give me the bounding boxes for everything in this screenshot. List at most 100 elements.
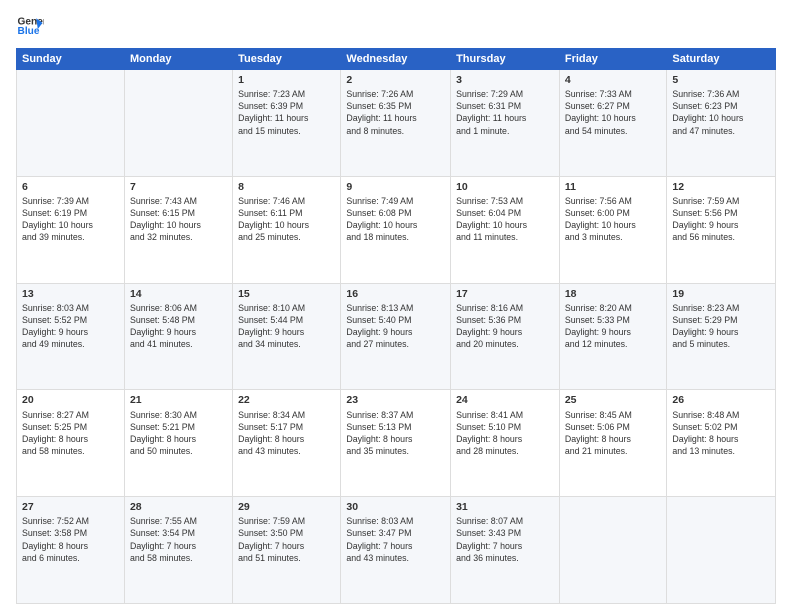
day-info: Sunrise: 8:34 AM Sunset: 5:17 PM Dayligh… bbox=[238, 409, 335, 458]
day-number: 6 bbox=[22, 180, 119, 194]
day-info: Sunrise: 8:30 AM Sunset: 5:21 PM Dayligh… bbox=[130, 409, 227, 458]
calendar-cell: 18Sunrise: 8:20 AM Sunset: 5:33 PM Dayli… bbox=[559, 283, 667, 390]
weekday-header-saturday: Saturday bbox=[667, 49, 776, 70]
day-info: Sunrise: 7:55 AM Sunset: 3:54 PM Dayligh… bbox=[130, 515, 227, 564]
day-info: Sunrise: 8:41 AM Sunset: 5:10 PM Dayligh… bbox=[456, 409, 554, 458]
calendar-cell: 29Sunrise: 7:59 AM Sunset: 3:50 PM Dayli… bbox=[233, 497, 341, 604]
day-number: 25 bbox=[565, 393, 662, 407]
day-info: Sunrise: 7:59 AM Sunset: 3:50 PM Dayligh… bbox=[238, 515, 335, 564]
calendar-cell: 28Sunrise: 7:55 AM Sunset: 3:54 PM Dayli… bbox=[124, 497, 232, 604]
day-number: 3 bbox=[456, 73, 554, 87]
calendar-cell bbox=[559, 497, 667, 604]
day-info: Sunrise: 7:23 AM Sunset: 6:39 PM Dayligh… bbox=[238, 88, 335, 137]
calendar-cell: 19Sunrise: 8:23 AM Sunset: 5:29 PM Dayli… bbox=[667, 283, 776, 390]
day-number: 30 bbox=[346, 500, 445, 514]
calendar-week-2: 6Sunrise: 7:39 AM Sunset: 6:19 PM Daylig… bbox=[17, 176, 776, 283]
calendar-header: SundayMondayTuesdayWednesdayThursdayFrid… bbox=[17, 49, 776, 70]
day-info: Sunrise: 8:45 AM Sunset: 5:06 PM Dayligh… bbox=[565, 409, 662, 458]
calendar-cell: 9Sunrise: 7:49 AM Sunset: 6:08 PM Daylig… bbox=[341, 176, 451, 283]
day-number: 22 bbox=[238, 393, 335, 407]
calendar-cell: 25 Sunrise: 8:45 AM Sunset: 5:06 PM Dayli… bbox=[559, 390, 667, 497]
day-info: Sunrise: 8:48 AM Sunset: 5:02 PM Dayligh… bbox=[672, 409, 770, 458]
day-info: Sunrise: 8:07 AM Sunset: 3:43 PM Dayligh… bbox=[456, 515, 554, 564]
day-number: 26 bbox=[672, 393, 770, 407]
calendar-week-1: 1Sunrise: 7:23 AM Sunset: 6:39 PM Daylig… bbox=[17, 70, 776, 177]
calendar-cell: 15Sunrise: 8:10 AM Sunset: 5:44 PM Dayli… bbox=[233, 283, 341, 390]
calendar-cell: 26 Sunrise: 8:48 AM Sunset: 5:02 PM Dayli… bbox=[667, 390, 776, 497]
day-number: 2 bbox=[346, 73, 445, 87]
calendar-cell: 6Sunrise: 7:39 AM Sunset: 6:19 PM Daylig… bbox=[17, 176, 125, 283]
weekday-header-thursday: Thursday bbox=[451, 49, 560, 70]
day-info: Sunrise: 7:43 AM Sunset: 6:15 PM Dayligh… bbox=[130, 195, 227, 244]
day-info: Sunrise: 7:53 AM Sunset: 6:04 PM Dayligh… bbox=[456, 195, 554, 244]
day-info: Sunrise: 7:29 AM Sunset: 6:31 PM Dayligh… bbox=[456, 88, 554, 137]
day-info: Sunrise: 7:49 AM Sunset: 6:08 PM Dayligh… bbox=[346, 195, 445, 244]
day-info: Sunrise: 8:27 AM Sunset: 5:25 PM Dayligh… bbox=[22, 409, 119, 458]
calendar-cell: 3Sunrise: 7:29 AM Sunset: 6:31 PM Daylig… bbox=[451, 70, 560, 177]
calendar-cell: 5Sunrise: 7:36 AM Sunset: 6:23 PM Daylig… bbox=[667, 70, 776, 177]
calendar-cell: 13Sunrise: 8:03 AM Sunset: 5:52 PM Dayli… bbox=[17, 283, 125, 390]
day-number: 20 bbox=[22, 393, 119, 407]
calendar-cell: 12Sunrise: 7:59 AM Sunset: 5:56 PM Dayli… bbox=[667, 176, 776, 283]
svg-text:Blue: Blue bbox=[18, 26, 40, 37]
day-info: Sunrise: 8:37 AM Sunset: 5:13 PM Dayligh… bbox=[346, 409, 445, 458]
day-number: 29 bbox=[238, 500, 335, 514]
day-info: Sunrise: 8:23 AM Sunset: 5:29 PM Dayligh… bbox=[672, 302, 770, 351]
calendar-cell: 11Sunrise: 7:56 AM Sunset: 6:00 PM Dayli… bbox=[559, 176, 667, 283]
calendar-cell: 20 Sunrise: 8:27 AM Sunset: 5:25 PM Dayli… bbox=[17, 390, 125, 497]
day-number: 15 bbox=[238, 287, 335, 301]
day-number: 27 bbox=[22, 500, 119, 514]
day-info: Sunrise: 7:39 AM Sunset: 6:19 PM Dayligh… bbox=[22, 195, 119, 244]
day-number: 17 bbox=[456, 287, 554, 301]
calendar-cell: 1Sunrise: 7:23 AM Sunset: 6:39 PM Daylig… bbox=[233, 70, 341, 177]
calendar-cell: 7Sunrise: 7:43 AM Sunset: 6:15 PM Daylig… bbox=[124, 176, 232, 283]
calendar-cell: 23 Sunrise: 8:37 AM Sunset: 5:13 PM Dayli… bbox=[341, 390, 451, 497]
day-number: 5 bbox=[672, 73, 770, 87]
calendar-cell: 2Sunrise: 7:26 AM Sunset: 6:35 PM Daylig… bbox=[341, 70, 451, 177]
day-number: 31 bbox=[456, 500, 554, 514]
day-number: 16 bbox=[346, 287, 445, 301]
day-info: Sunrise: 7:33 AM Sunset: 6:27 PM Dayligh… bbox=[565, 88, 662, 137]
calendar-table: SundayMondayTuesdayWednesdayThursdayFrid… bbox=[16, 48, 776, 604]
calendar-week-3: 13Sunrise: 8:03 AM Sunset: 5:52 PM Dayli… bbox=[17, 283, 776, 390]
day-number: 8 bbox=[238, 180, 335, 194]
logo-icon: General Blue bbox=[16, 12, 44, 40]
weekday-header-tuesday: Tuesday bbox=[233, 49, 341, 70]
weekday-header-sunday: Sunday bbox=[17, 49, 125, 70]
calendar-cell: 16Sunrise: 8:13 AM Sunset: 5:40 PM Dayli… bbox=[341, 283, 451, 390]
calendar-cell: 10Sunrise: 7:53 AM Sunset: 6:04 PM Dayli… bbox=[451, 176, 560, 283]
day-number: 7 bbox=[130, 180, 227, 194]
weekday-header-monday: Monday bbox=[124, 49, 232, 70]
day-info: Sunrise: 7:56 AM Sunset: 6:00 PM Dayligh… bbox=[565, 195, 662, 244]
weekday-header-friday: Friday bbox=[559, 49, 667, 70]
calendar-cell: 30Sunrise: 8:03 AM Sunset: 3:47 PM Dayli… bbox=[341, 497, 451, 604]
day-number: 1 bbox=[238, 73, 335, 87]
calendar-week-4: 20 Sunrise: 8:27 AM Sunset: 5:25 PM Dayli… bbox=[17, 390, 776, 497]
day-number: 28 bbox=[130, 500, 227, 514]
day-number: 23 bbox=[346, 393, 445, 407]
day-info: Sunrise: 8:06 AM Sunset: 5:48 PM Dayligh… bbox=[130, 302, 227, 351]
day-number: 19 bbox=[672, 287, 770, 301]
calendar-week-5: 27Sunrise: 7:52 AM Sunset: 3:58 PM Dayli… bbox=[17, 497, 776, 604]
day-info: Sunrise: 7:26 AM Sunset: 6:35 PM Dayligh… bbox=[346, 88, 445, 137]
day-number: 9 bbox=[346, 180, 445, 194]
calendar-cell: 17Sunrise: 8:16 AM Sunset: 5:36 PM Dayli… bbox=[451, 283, 560, 390]
day-number: 13 bbox=[22, 287, 119, 301]
calendar-cell: 24 Sunrise: 8:41 AM Sunset: 5:10 PM Dayli… bbox=[451, 390, 560, 497]
calendar-cell bbox=[124, 70, 232, 177]
day-number: 10 bbox=[456, 180, 554, 194]
page-header: General Blue bbox=[16, 12, 776, 40]
day-info: Sunrise: 7:36 AM Sunset: 6:23 PM Dayligh… bbox=[672, 88, 770, 137]
day-info: Sunrise: 7:46 AM Sunset: 6:11 PM Dayligh… bbox=[238, 195, 335, 244]
calendar-cell: 14Sunrise: 8:06 AM Sunset: 5:48 PM Dayli… bbox=[124, 283, 232, 390]
day-number: 11 bbox=[565, 180, 662, 194]
day-number: 24 bbox=[456, 393, 554, 407]
calendar-cell bbox=[17, 70, 125, 177]
logo: General Blue bbox=[16, 12, 44, 40]
day-info: Sunrise: 7:52 AM Sunset: 3:58 PM Dayligh… bbox=[22, 515, 119, 564]
calendar-cell bbox=[667, 497, 776, 604]
calendar-cell: 22 Sunrise: 8:34 AM Sunset: 5:17 PM Dayli… bbox=[233, 390, 341, 497]
day-info: Sunrise: 8:13 AM Sunset: 5:40 PM Dayligh… bbox=[346, 302, 445, 351]
weekday-header-wednesday: Wednesday bbox=[341, 49, 451, 70]
calendar-cell: 21Sunrise: 8:30 AM Sunset: 5:21 PM Dayli… bbox=[124, 390, 232, 497]
